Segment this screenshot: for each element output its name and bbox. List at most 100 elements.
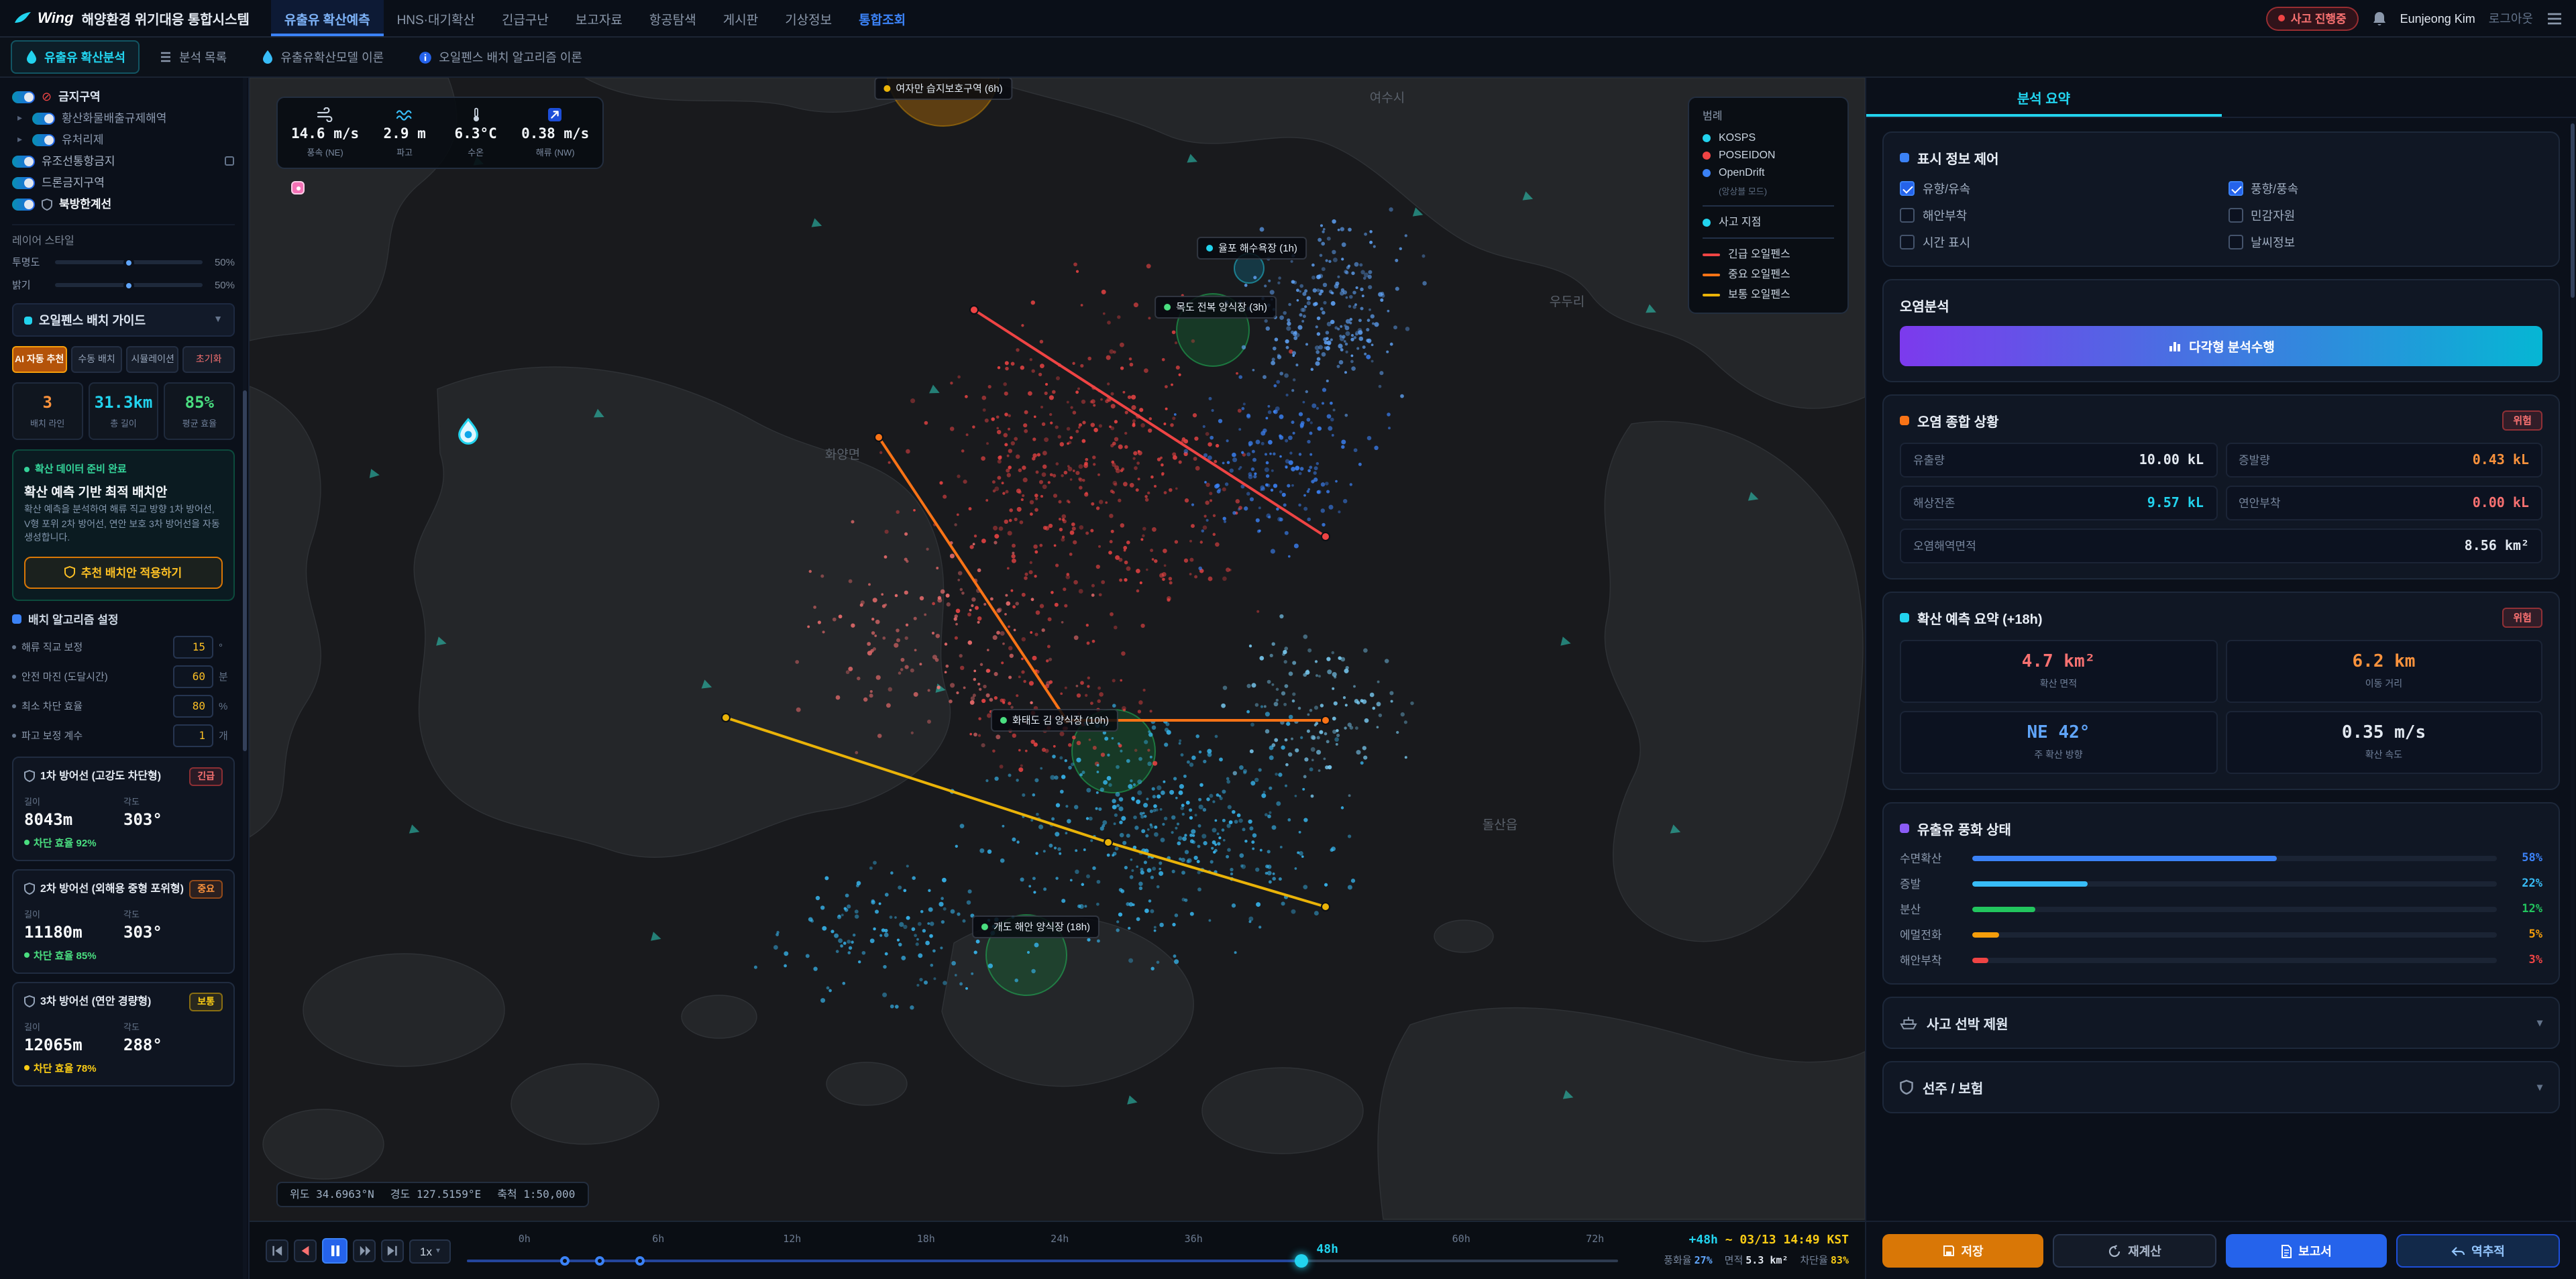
- param-input[interactable]: 1: [173, 724, 213, 746]
- layer-toggle[interactable]: [12, 176, 35, 188]
- pause-button[interactable]: [322, 1238, 347, 1264]
- checkbox[interactable]: [1900, 208, 1915, 223]
- timeline-event-marker[interactable]: [594, 1256, 604, 1266]
- nav-item-reports[interactable]: 보고자료: [562, 0, 636, 36]
- layer-toggle[interactable]: [32, 133, 55, 146]
- owner-insurance-section[interactable]: 선주 / 보험 ▾: [1882, 1061, 2560, 1113]
- nav-item-spill-forecast[interactable]: 유출유 확산예측: [271, 0, 384, 36]
- option-time-display[interactable]: 시간 표시: [1900, 233, 2214, 251]
- slider-label: 밝기: [12, 278, 47, 292]
- nav-item-air-search[interactable]: 항공탐색: [636, 0, 710, 36]
- expand-caret-icon[interactable]: ▸: [17, 113, 25, 123]
- step-back-button[interactable]: [294, 1239, 317, 1262]
- brightness-slider[interactable]: [55, 283, 203, 287]
- mode-ai-recommend-button[interactable]: AI 자동 추천: [12, 346, 66, 373]
- mode-manual-button[interactable]: 수동 배치: [70, 346, 123, 373]
- subtab-spill-analysis[interactable]: 유출유 확산분석: [11, 40, 140, 74]
- timeline-tick[interactable]: 60h: [1452, 1233, 1470, 1245]
- save-button[interactable]: 저장: [1882, 1234, 2043, 1268]
- layer-row-prohibited-zone[interactable]: ⊘ 금지구역: [12, 86, 235, 107]
- timeline-event-marker[interactable]: [560, 1256, 570, 1266]
- map-region[interactable]: 여수시우두리화양면돌산읍 여자만 습지보호구역 (6h)율포 해수욕장 (1h)…: [250, 78, 1865, 1279]
- right-panel-scroll-area[interactable]: 표시 정보 제어 유향/유속 풍향/풍속 해안부착 민감자원 시간 표시 날씨정…: [1866, 118, 2576, 1221]
- scrollbar-thumb[interactable]: [2571, 123, 2575, 298]
- skip-start-button[interactable]: [266, 1239, 288, 1262]
- tab-analysis-summary[interactable]: 분석 요약: [1866, 78, 2221, 117]
- layer-row-drone-ban[interactable]: 드론금지구역: [12, 172, 235, 193]
- nav-item-weather[interactable]: 기상정보: [771, 0, 845, 36]
- timeline-tick[interactable]: 0h: [519, 1233, 531, 1245]
- subtab-boom-algorithm-theory[interactable]: 오일펜스 배치 알고리즘 이론: [404, 40, 597, 74]
- timeline-tick[interactable]: 18h: [917, 1233, 935, 1245]
- opacity-slider[interactable]: [55, 260, 203, 264]
- apply-recommended-plan-button[interactable]: 추천 배치안 적용하기: [24, 556, 223, 588]
- sidebar-scrollbar[interactable]: [243, 78, 247, 1279]
- square-icon[interactable]: [224, 156, 235, 166]
- incident-status-badge[interactable]: 사고 진행중: [2267, 6, 2359, 30]
- checkbox[interactable]: [2228, 208, 2243, 223]
- recalculate-button[interactable]: 재계산: [2053, 1234, 2216, 1268]
- timeline-tick[interactable]: 24h: [1051, 1233, 1069, 1245]
- slider-knob[interactable]: [123, 280, 134, 290]
- timeline-ruler[interactable]: 0h 6h 12h 18h 24h 36h 48h 60h 72h: [467, 1222, 1618, 1279]
- report-button[interactable]: 보고서: [2226, 1234, 2387, 1268]
- param-input[interactable]: 15: [173, 635, 213, 658]
- subtab-model-theory[interactable]: 유출유확산모델 이론: [247, 40, 398, 74]
- mode-simulation-button[interactable]: 시뮬레이션: [127, 346, 179, 373]
- backtrack-button[interactable]: 역추적: [2396, 1234, 2560, 1268]
- weathering-row-evaporation: 증발22%: [1900, 876, 2542, 892]
- playback-speed-select[interactable]: 1x▾: [409, 1239, 451, 1263]
- sidebar-scroll-area[interactable]: ⊘ 금지구역 ▸ 황산화물배출규제해역 ▸ 유처리제 유조선통항금지: [0, 78, 248, 1279]
- expand-caret-icon[interactable]: ▸: [17, 134, 25, 145]
- timeline-event-marker[interactable]: [635, 1256, 644, 1266]
- scrollbar-thumb[interactable]: [243, 390, 247, 751]
- timeline-tick[interactable]: 36h: [1185, 1233, 1203, 1245]
- param-input[interactable]: 80: [173, 694, 213, 717]
- boom-guide-section-header[interactable]: 오일펜스 배치 가이드 ▼: [12, 303, 235, 337]
- timeline-tick[interactable]: 6h: [652, 1233, 664, 1245]
- menu-hamburger-icon[interactable]: [2546, 11, 2563, 25]
- option-current-vector[interactable]: 유향/유속: [1900, 180, 2214, 197]
- layer-toggle[interactable]: [12, 155, 35, 167]
- mode-reset-button[interactable]: 초기화: [182, 346, 235, 373]
- map-canvas[interactable]: 여수시우두리화양면돌산읍 여자만 습지보호구역 (6h)율포 해수욕장 (1h)…: [250, 78, 1865, 1221]
- nav-item-hns[interactable]: HNS·대기확산: [384, 0, 488, 36]
- nav-item-board[interactable]: 게시판: [710, 0, 771, 36]
- defense-line-card-1[interactable]: 1차 방어선 (고강도 차단형) 긴급 길이8043m 각도303° 차단 효율…: [12, 756, 235, 860]
- option-weather-info[interactable]: 날씨정보: [2228, 233, 2542, 251]
- map-svg[interactable]: 여수시우두리화양면돌산읍: [250, 78, 1865, 1221]
- polygon-analysis-button[interactable]: 다각형 분석수행: [1900, 326, 2542, 366]
- layer-row-sox-zone[interactable]: ▸ 황산화물배출규제해역: [12, 107, 235, 129]
- notification-bell-icon[interactable]: [2372, 10, 2387, 26]
- subtab-analysis-list[interactable]: 분석 목록: [146, 40, 241, 74]
- timeline-playhead[interactable]: [1295, 1254, 1308, 1268]
- checkbox[interactable]: [1900, 235, 1915, 249]
- right-panel-scrollbar[interactable]: [2571, 121, 2575, 1221]
- nav-item-rescue[interactable]: 긴급구난: [488, 0, 562, 36]
- option-shore-stranding[interactable]: 해안부착: [1900, 207, 2214, 224]
- timeline-tick[interactable]: 72h: [1586, 1233, 1604, 1245]
- layer-row-nll[interactable]: 북방한계선: [12, 193, 235, 215]
- defense-line-card-3[interactable]: 3차 방어선 (연안 경량형) 보통 길이12065m 각도288° 차단 효율…: [12, 981, 235, 1086]
- defense-line-card-2[interactable]: 2차 방어선 (외해용 중형 포위형) 중요 길이11180m 각도303° 차…: [12, 869, 235, 973]
- layer-toggle[interactable]: [12, 91, 35, 103]
- option-sensitive-resources[interactable]: 민감자원: [2228, 207, 2542, 224]
- param-input[interactable]: 60: [173, 665, 213, 687]
- fast-forward-button[interactable]: [353, 1239, 376, 1262]
- timeline-tick[interactable]: 12h: [783, 1233, 801, 1245]
- nav-item-integrated-search[interactable]: 통합조회: [845, 0, 919, 36]
- logout-button[interactable]: 로그아웃: [2489, 9, 2533, 27]
- bar-label: 수면확산: [1900, 850, 1962, 867]
- checkbox[interactable]: [2228, 235, 2243, 249]
- vessel-spec-section[interactable]: 사고 선박 제원 ▾: [1882, 997, 2560, 1049]
- layer-row-dispersant[interactable]: ▸ 유처리제: [12, 129, 235, 150]
- layer-toggle[interactable]: [12, 198, 35, 210]
- layer-row-tanker-ban[interactable]: 유조선통항금지: [12, 150, 235, 172]
- checkbox[interactable]: [2228, 181, 2243, 196]
- timeline-tick[interactable]: 48h: [1316, 1233, 1338, 1266]
- slider-knob[interactable]: [123, 257, 134, 268]
- layer-toggle[interactable]: [32, 112, 55, 124]
- checkbox[interactable]: [1900, 181, 1915, 196]
- option-wind-vector[interactable]: 풍향/풍속: [2228, 180, 2542, 197]
- skip-end-button[interactable]: [381, 1239, 404, 1262]
